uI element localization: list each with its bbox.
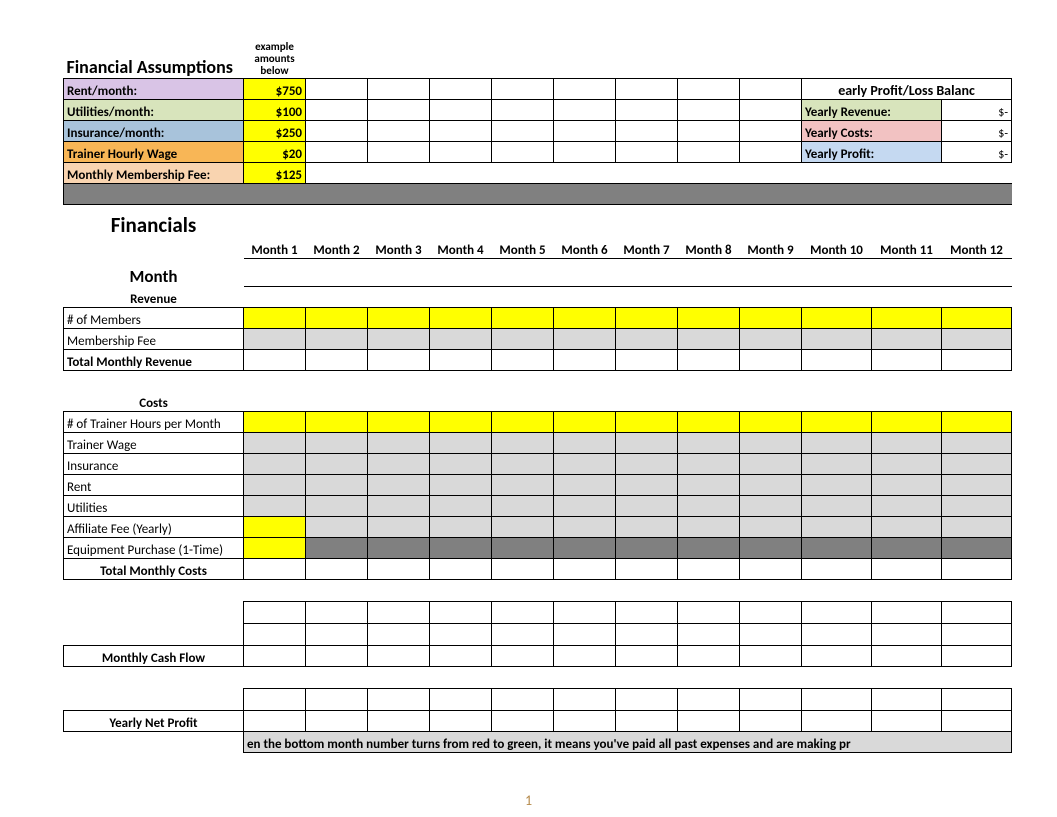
col-month-10: Month 10 (802, 238, 872, 259)
col-month-2: Month 2 (306, 238, 368, 259)
divider-bar (64, 183, 1012, 204)
pl-rev-val: $- (942, 99, 1012, 120)
example-note: example amounts below (244, 30, 306, 78)
row-thours: # of Trainer Hours per Month (64, 412, 244, 433)
col-month-3: Month 3 (368, 238, 430, 259)
financials-title: Financials (64, 204, 244, 238)
rent-label: Rent/month: (64, 78, 244, 99)
pl-cost-val: $- (942, 120, 1012, 141)
main-table: Financial Assumptions example amounts be… (63, 30, 1012, 753)
section-revenue: Revenue (64, 287, 244, 308)
row-netprofit: Yearly Net Profit (64, 711, 244, 732)
col-month-6: Month 6 (554, 238, 616, 259)
pl-profit-label: Yearly Profit: (802, 141, 942, 162)
pl-cost-label: Yearly Costs: (802, 120, 942, 141)
ins-value[interactable]: $250 (244, 120, 306, 141)
col-month-11: Month 11 (872, 238, 942, 259)
section-costs: Costs (64, 391, 244, 412)
memfee-label: Monthly Membership Fee: (64, 162, 244, 183)
row-cashflow: Monthly Cash Flow (64, 646, 244, 667)
util-label: Utilities/month: (64, 99, 244, 120)
footnote: en the bottom month number turns from re… (244, 732, 1012, 753)
row-ins: Insurance (64, 454, 244, 475)
plbox-title: early Profit/Loss Balanc (802, 78, 1012, 99)
col-month-4: Month 4 (430, 238, 492, 259)
row-util: Utilities (64, 496, 244, 517)
col-month-7: Month 7 (616, 238, 678, 259)
row-equip: Equipment Purchase (1-Time) (64, 538, 244, 559)
col-month-1: Month 1 (244, 238, 306, 259)
col-month-8: Month 8 (678, 238, 740, 259)
row-rent: Rent (64, 475, 244, 496)
pl-profit-val: $- (942, 141, 1012, 162)
pl-rev-label: Yearly Revenue: (802, 99, 942, 120)
ins-label: Insurance/month: (64, 120, 244, 141)
col-month-12: Month 12 (942, 238, 1012, 259)
wage-label: Trainer Hourly Wage (64, 141, 244, 162)
assumptions-title: Financial Assumptions (64, 30, 244, 78)
financials-sub: Month (64, 259, 244, 287)
row-aff: Affiliate Fee (Yearly) (64, 517, 244, 538)
row-memfee: Membership Fee (64, 329, 244, 350)
page-number: 1 (0, 792, 1057, 809)
row-twage: Trainer Wage (64, 433, 244, 454)
row-totrev: Total Monthly Revenue (64, 350, 244, 371)
row-members: # of Members (64, 308, 244, 329)
col-month-5: Month 5 (492, 238, 554, 259)
spreadsheet: Financial Assumptions example amounts be… (63, 30, 1043, 753)
util-value[interactable]: $100 (244, 99, 306, 120)
rent-value[interactable]: $750 (244, 78, 306, 99)
wage-value[interactable]: $20 (244, 141, 306, 162)
col-month-9: Month 9 (740, 238, 802, 259)
row-totcost: Total Monthly Costs (64, 559, 244, 580)
memfee-value[interactable]: $125 (244, 162, 306, 183)
